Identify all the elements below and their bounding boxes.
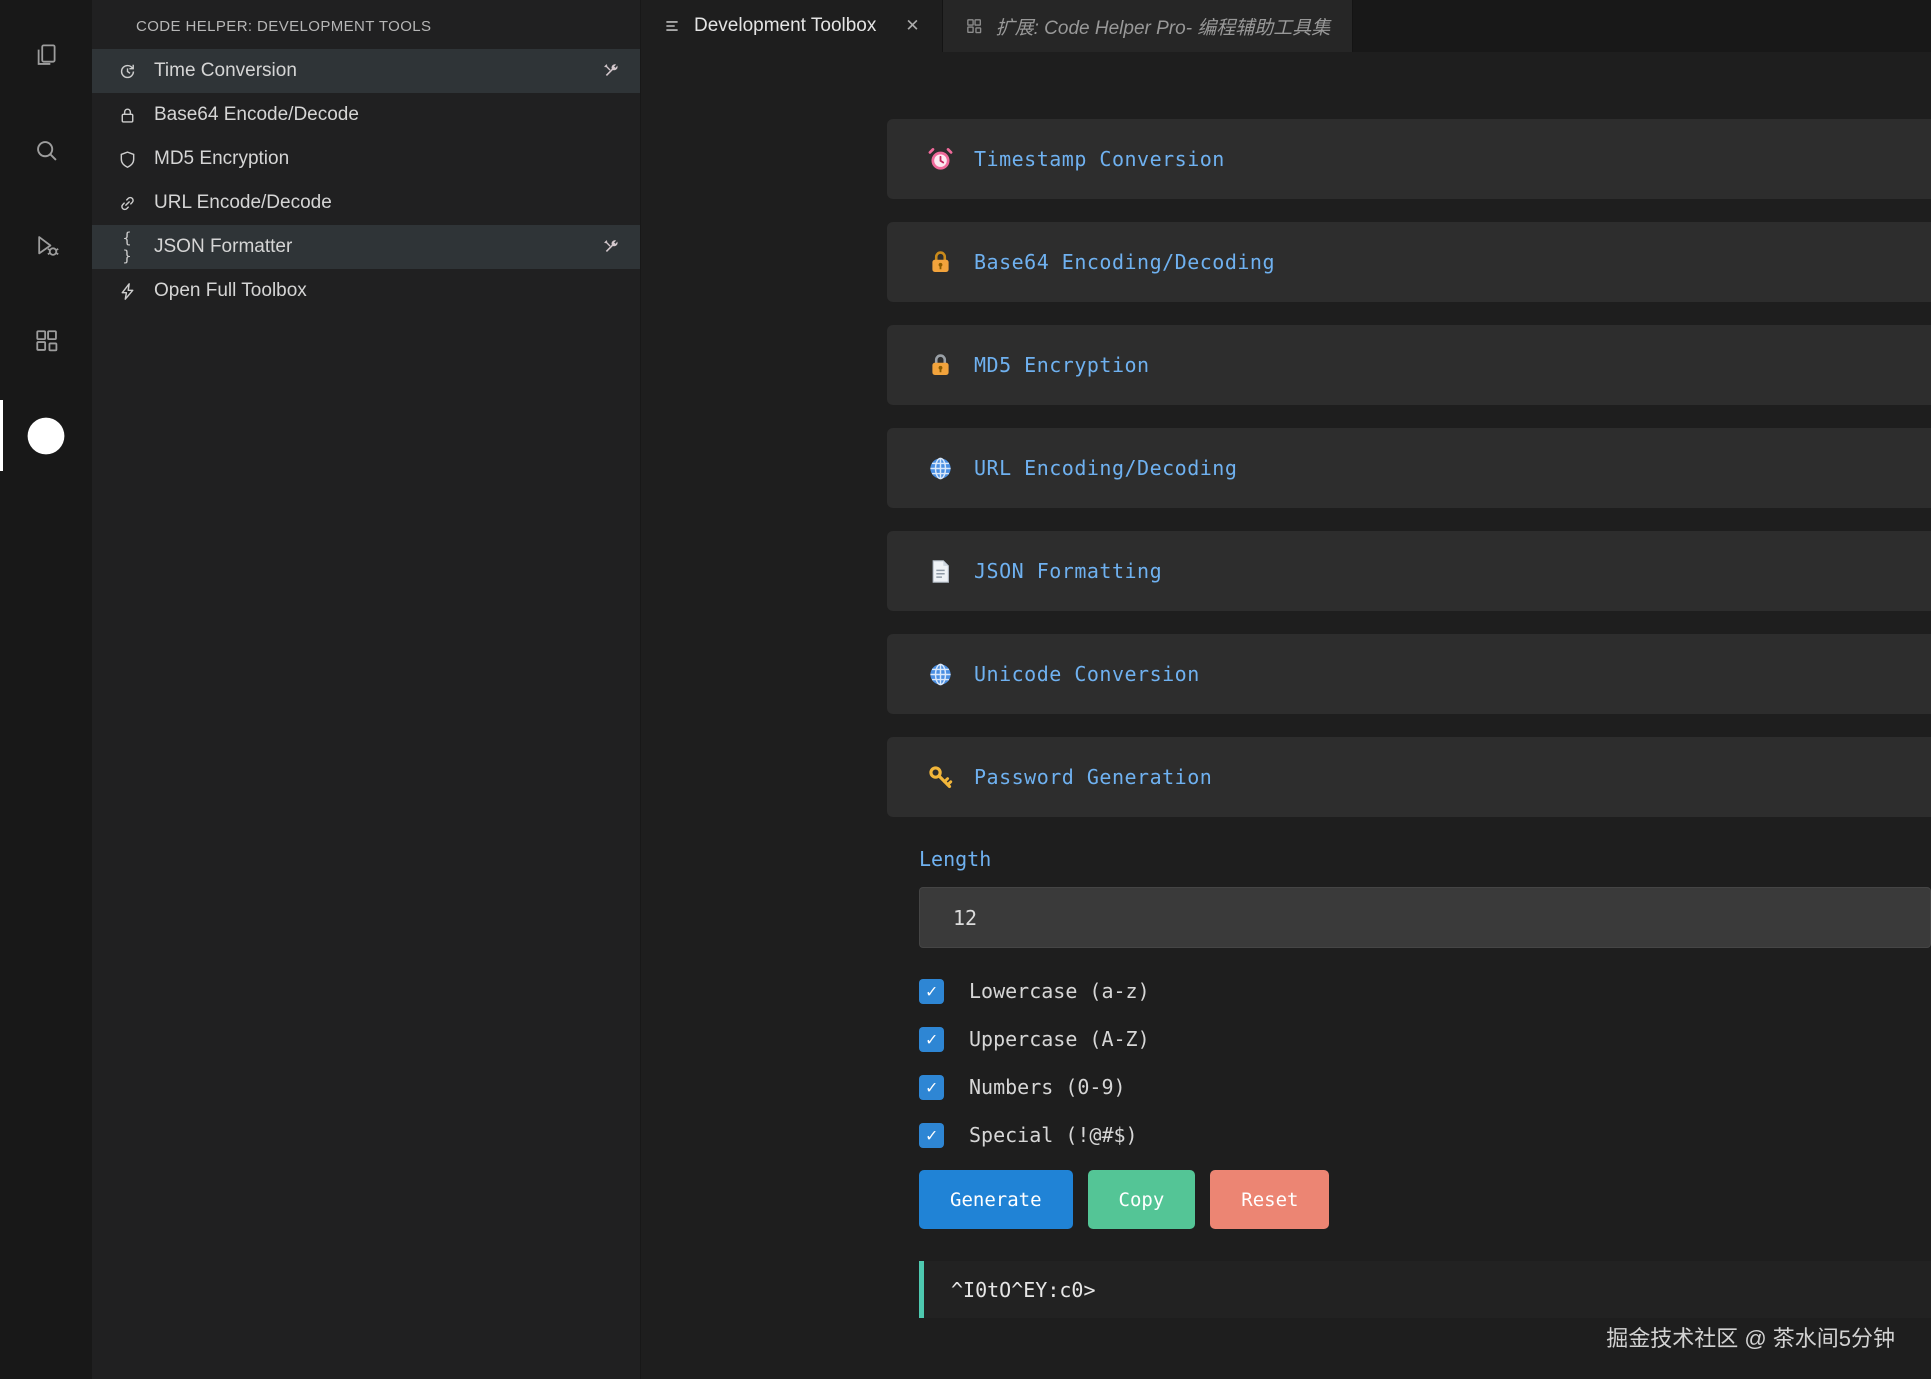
section-md5[interactable]: MD5 Encryption — [887, 325, 1931, 405]
section-title: Base64 Encoding/Decoding — [974, 250, 1275, 274]
explorer-button[interactable] — [0, 8, 92, 103]
option-uppercase[interactable]: Uppercase (A-Z) — [919, 1026, 1931, 1052]
sidebar-item-open-full-toolbox[interactable]: Open Full Toolbox — [92, 269, 640, 313]
files-icon — [33, 42, 60, 69]
tab-development-toolbox[interactable]: Development Toolbox ✕ — [641, 0, 943, 52]
option-special[interactable]: Special (!@#$) — [919, 1122, 1931, 1148]
debug-icon — [33, 232, 60, 259]
tab-extension-code-helper-pro[interactable]: 扩展: Code Helper Pro- 编程辅助工具集 — [943, 0, 1354, 52]
editor-area: Development Toolbox ✕ 扩展: Code Helper Pr… — [641, 0, 1931, 1379]
globe-icon — [927, 455, 954, 482]
checkbox-checked-icon[interactable] — [919, 979, 944, 1004]
option-lowercase[interactable]: Lowercase (a-z) — [919, 978, 1931, 1004]
section-title: URL Encoding/Decoding — [974, 456, 1237, 480]
section-password-generation[interactable]: Password Generation — [887, 737, 1931, 817]
sidebar-item-label: URL Encode/Decode — [154, 192, 332, 214]
extensions-icon — [965, 17, 983, 35]
section-url[interactable]: URL Encoding/Decoding — [887, 428, 1931, 508]
tab-bar: Development Toolbox ✕ 扩展: Code Helper Pr… — [641, 0, 1931, 52]
code-helper-view-button[interactable] — [0, 388, 92, 483]
section-unicode[interactable]: Unicode Conversion — [887, 634, 1931, 714]
activity-bar — [0, 0, 92, 1379]
tools-icon[interactable] — [602, 238, 620, 256]
sidebar-item-base64[interactable]: Base64 Encode/Decode — [92, 93, 640, 137]
section-json[interactable]: JSON Formatting — [887, 531, 1931, 611]
extensions-icon — [33, 327, 60, 354]
checkbox-checked-icon[interactable] — [919, 1075, 944, 1100]
search-button[interactable] — [0, 103, 92, 198]
reset-button[interactable]: Reset — [1210, 1170, 1329, 1229]
tab-label: 扩展: Code Helper Pro- 编程辅助工具集 — [996, 13, 1331, 40]
history-icon — [115, 59, 139, 83]
section-title: Password Generation — [974, 765, 1212, 789]
sidebar-item-json-formatter[interactable]: { } JSON Formatter — [92, 225, 640, 269]
sidebar-item-label: JSON Formatter — [154, 236, 292, 258]
option-label: Numbers (0-9) — [969, 1075, 1126, 1099]
sidebar-item-label: Time Conversion — [154, 60, 297, 82]
alarm-clock-icon — [927, 146, 954, 173]
key-icon — [927, 764, 954, 791]
options-list: Lowercase (a-z) Uppercase (A-Z) Numbers … — [919, 978, 1931, 1148]
sidebar-item-label: MD5 Encryption — [154, 148, 289, 170]
locked-with-key-icon — [927, 249, 954, 276]
close-icon[interactable]: ✕ — [905, 16, 919, 36]
extensions-button[interactable] — [0, 293, 92, 388]
shield-icon — [115, 147, 139, 171]
button-row: Generate Copy Reset — [919, 1170, 1931, 1229]
run-and-debug-button[interactable] — [0, 198, 92, 293]
document-icon — [927, 558, 954, 585]
globe-icon — [927, 661, 954, 688]
option-label: Special (!@#$) — [969, 1123, 1138, 1147]
white-circle-icon — [23, 413, 69, 459]
sidebar-code-helper: CODE HELPER: DEVELOPMENT TOOLS Time Conv… — [92, 0, 641, 1379]
section-title: Timestamp Conversion — [974, 147, 1225, 171]
section-title: Unicode Conversion — [974, 662, 1200, 686]
link-icon — [115, 191, 139, 215]
checkbox-checked-icon[interactable] — [919, 1123, 944, 1148]
section-timestamp-conversion[interactable]: Timestamp Conversion — [887, 119, 1931, 199]
checkbox-checked-icon[interactable] — [919, 1027, 944, 1052]
tab-label: Development Toolbox — [694, 15, 876, 37]
password-result: ^I0tO^EY:c0> — [919, 1261, 1931, 1318]
section-title: MD5 Encryption — [974, 353, 1150, 377]
lock-icon — [115, 103, 139, 127]
watermark: 掘金技术社区 @ 茶水间5分钟 — [1606, 1321, 1895, 1353]
development-toolbox-webview: Timestamp Conversion Base64 Encoding/Dec… — [641, 52, 1931, 1379]
option-label: Lowercase (a-z) — [969, 979, 1150, 1003]
sidebar-title: CODE HELPER: DEVELOPMENT TOOLS — [92, 0, 640, 49]
vscode-window: CODE HELPER: DEVELOPMENT TOOLS Time Conv… — [0, 0, 1931, 1379]
copy-button[interactable]: Copy — [1088, 1170, 1196, 1229]
sidebar-item-label: Open Full Toolbox — [154, 280, 307, 302]
tools-icon[interactable] — [602, 62, 620, 80]
password-result-text: ^I0tO^EY:c0> — [951, 1278, 1096, 1302]
password-generator-panel: Length Lowercase (a-z) Uppercase (A-Z) N… — [919, 847, 1931, 1318]
padlock-icon — [927, 352, 954, 379]
sidebar-item-url[interactable]: URL Encode/Decode — [92, 181, 640, 225]
zap-icon — [115, 279, 139, 303]
length-label: Length — [919, 847, 1931, 871]
generate-button[interactable]: Generate — [919, 1170, 1073, 1229]
list-icon — [663, 17, 681, 35]
sidebar-item-label: Base64 Encode/Decode — [154, 104, 359, 126]
option-label: Uppercase (A-Z) — [969, 1027, 1150, 1051]
sidebar-item-md5[interactable]: MD5 Encryption — [92, 137, 640, 181]
sidebar-item-time-conversion[interactable]: Time Conversion — [92, 49, 640, 93]
section-base64[interactable]: Base64 Encoding/Decoding — [887, 222, 1931, 302]
section-title: JSON Formatting — [974, 559, 1162, 583]
json-braces-icon: { } — [115, 229, 139, 265]
search-icon — [33, 137, 60, 164]
option-numbers[interactable]: Numbers (0-9) — [919, 1074, 1931, 1100]
length-input[interactable] — [919, 887, 1931, 948]
